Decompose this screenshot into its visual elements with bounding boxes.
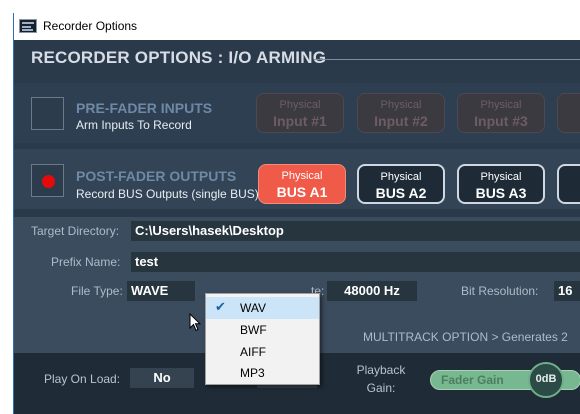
- bus-a2-type: Physical: [380, 171, 422, 183]
- title-bar[interactable]: Recorder Options: [14, 13, 580, 40]
- fader-gain-value: 0dB: [535, 373, 557, 385]
- pre-fader-title: PRE-FADER INPUTS: [76, 100, 213, 116]
- bit-resolution-label: Bit Resolution:: [461, 284, 539, 298]
- input-3-label: Input #3: [474, 113, 528, 129]
- bit-resolution-select[interactable]: 16: [554, 281, 580, 301]
- multitrack-note: MULTITRACK OPTION > Generates 2: [363, 330, 568, 344]
- post-fader-arm-toggle[interactable]: [31, 164, 64, 197]
- bus-a3-button[interactable]: Physical BUS A3: [457, 164, 545, 204]
- bus-a1-button[interactable]: Physical BUS A1: [258, 164, 346, 204]
- playback-gain-label-line1: Playback: [356, 363, 406, 377]
- file-type-select[interactable]: WAVE: [127, 281, 195, 301]
- input-2-button[interactable]: Physical Input #2: [357, 93, 445, 133]
- file-type-label: File Type:: [71, 284, 123, 298]
- app-icon: [19, 19, 37, 33]
- bus-a3-label: BUS A3: [475, 185, 527, 201]
- file-type-option-bwf[interactable]: BWF: [206, 319, 319, 341]
- post-fader-subtitle: Record BUS Outputs (single BUS): [76, 187, 259, 201]
- input-3-button[interactable]: Physical Input #3: [457, 93, 545, 133]
- pre-fader-section: PRE-FADER INPUTS Arm Inputs To Record Ph…: [14, 83, 580, 143]
- title-divider: [314, 59, 580, 60]
- prefix-name-label: Prefix Name:: [51, 255, 121, 269]
- file-type-dropdown-menu: ✔ WAV BWF AIFF MP3: [205, 293, 320, 385]
- armed-indicator-icon: [42, 175, 55, 188]
- file-type-option-aiff[interactable]: AIFF: [206, 341, 319, 363]
- samplerate-select[interactable]: 48000 Hz: [327, 281, 417, 301]
- bus-a2-button[interactable]: Physical BUS A2: [357, 164, 445, 204]
- bus-a1-label: BUS A1: [276, 184, 328, 200]
- input-1-type: Physical: [279, 99, 321, 111]
- file-type-option-label: AIFF: [240, 345, 266, 359]
- file-type-option-label: MP3: [240, 366, 265, 380]
- page-title: RECORDER OPTIONS : I/O ARMING: [31, 48, 327, 67]
- input-1-label: Input #1: [273, 113, 327, 129]
- target-directory-field[interactable]: C:\Users\hasek\Desktop: [131, 221, 580, 241]
- bus-b1-button-partial[interactable]: [557, 164, 580, 204]
- file-type-option-label: BWF: [240, 323, 267, 337]
- bus-a3-type: Physical: [480, 171, 522, 183]
- checkmark-icon: ✔: [215, 299, 226, 314]
- prefix-name-field[interactable]: test: [131, 252, 580, 272]
- file-type-option-label: WAV: [240, 301, 266, 315]
- post-fader-title: POST-FADER OUTPUTS: [76, 168, 237, 184]
- mouse-cursor-icon: [189, 313, 201, 332]
- playback-gain-label-line2: Gain:: [366, 381, 396, 395]
- input-2-label: Input #2: [374, 113, 428, 129]
- window-title: Recorder Options: [43, 19, 138, 33]
- input-4-button-partial[interactable]: [557, 93, 580, 133]
- input-2-type: Physical: [380, 99, 422, 111]
- file-type-option-wav[interactable]: ✔ WAV: [206, 297, 319, 319]
- pre-fader-subtitle: Arm Inputs To Record: [76, 118, 192, 132]
- pre-fader-arm-toggle[interactable]: [31, 97, 64, 130]
- input-1-button[interactable]: Physical Input #1: [256, 93, 344, 133]
- bus-a1-type: Physical: [281, 170, 323, 182]
- post-fader-section: POST-FADER OUTPUTS Record BUS Outputs (s…: [14, 149, 580, 209]
- input-3-type: Physical: [480, 99, 522, 111]
- fader-gain-label: Fader Gain: [441, 373, 504, 387]
- playback-gain-knob[interactable]: 0dB: [528, 362, 564, 398]
- file-type-option-mp3[interactable]: MP3: [206, 362, 319, 384]
- play-on-load-label: Play On Load:: [44, 372, 121, 386]
- recorder-options-window: Recorder Options RECORDER OPTIONS : I/O …: [13, 13, 580, 414]
- play-on-load-select[interactable]: No: [130, 368, 194, 388]
- bus-a2-label: BUS A2: [375, 185, 427, 201]
- target-directory-label: Target Directory:: [31, 224, 120, 238]
